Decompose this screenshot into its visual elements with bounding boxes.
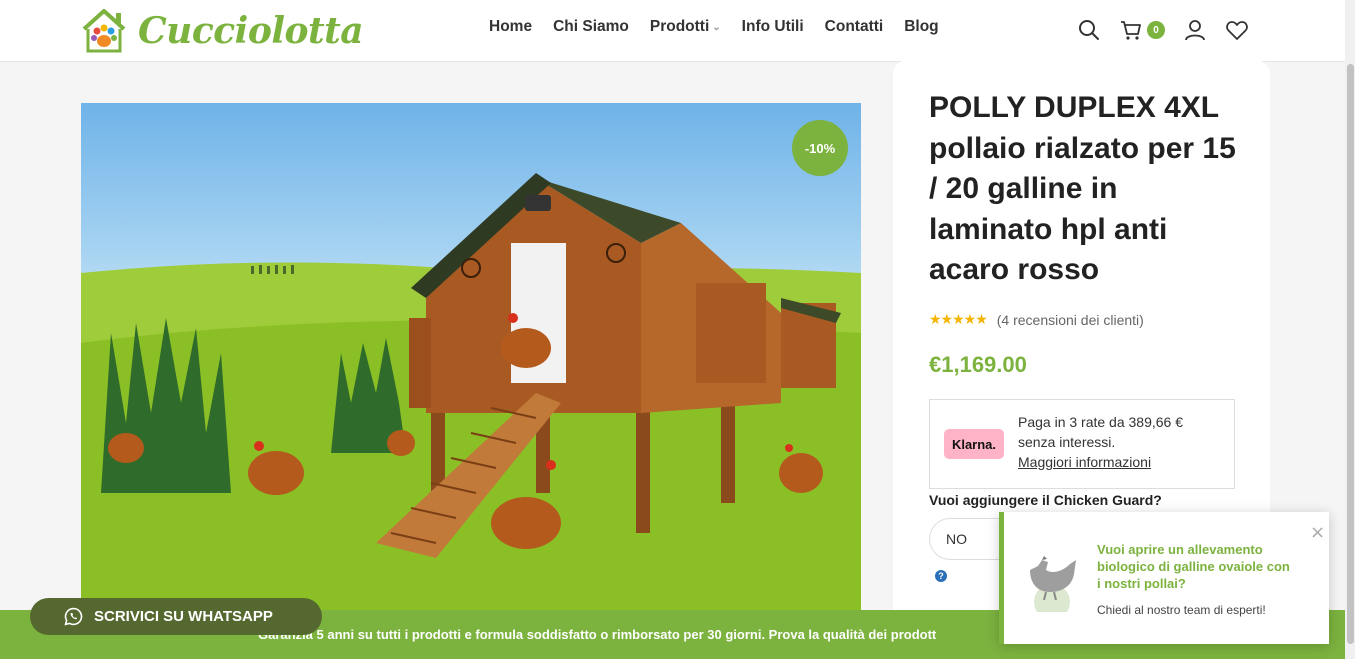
heart-icon[interactable] — [1225, 18, 1249, 42]
product-image[interactable] — [81, 103, 861, 613]
chevron-down-icon: ⌄ — [712, 21, 721, 33]
nav-contatti[interactable]: Contatti — [825, 18, 884, 36]
klarna-installment-text: Paga in 3 rate da 389,66 € senza interes… — [1018, 414, 1184, 450]
main-nav: Home Chi Siamo Prodotti ⌄ Info Utili Con… — [489, 18, 939, 36]
klarna-text: Paga in 3 rate da 389,66 € senza interes… — [1018, 412, 1218, 472]
star-rating-icon: ★★★★★ — [929, 312, 988, 328]
site-logo[interactable]: Cucciolotta — [80, 5, 364, 57]
nav-info-utili[interactable]: Info Utili — [742, 18, 804, 36]
header-actions: 0 — [1077, 18, 1249, 42]
cart-button[interactable]: 0 — [1119, 18, 1165, 42]
nav-prodotti-label: Prodotti — [649, 18, 710, 35]
cart-icon — [1121, 21, 1141, 40]
nav-blog[interactable]: Blog — [904, 18, 938, 36]
popup-subtitle: Chiedi al nostro team di esperti! — [1097, 603, 1266, 617]
nav-chi-siamo[interactable]: Chi Siamo — [553, 18, 629, 36]
nav-prodotti[interactable]: Prodotti ⌄ — [650, 18, 721, 36]
search-icon[interactable] — [1077, 18, 1101, 42]
whatsapp-icon — [64, 607, 83, 626]
close-icon[interactable]: × — [1310, 522, 1325, 543]
cart-count-badge: 0 — [1147, 21, 1165, 39]
product-title: POLLY DUPLEX 4XL pollaio rialzato per 15… — [929, 91, 1236, 286]
sale-badge: -10% — [792, 120, 848, 176]
user-icon[interactable] — [1183, 18, 1207, 42]
chicken-guard-label: Vuoi aggiungere il Chicken Guard? — [929, 492, 1162, 508]
whatsapp-label: SCRIVICI SU WHATSAPP — [94, 608, 273, 625]
klarna-logo-icon: Klarna. — [944, 429, 1004, 459]
guarantee-text: Garanzia 5 anni su tutti i prodotti e fo… — [258, 627, 937, 642]
scrollbar-thumb[interactable] — [1347, 64, 1354, 644]
help-icon[interactable]: ? — [935, 570, 947, 582]
chicken-coop-illustration — [81, 173, 861, 613]
site-header: Cucciolotta Home Chi Siamo Prodotti ⌄ In… — [0, 0, 1355, 62]
klarna-widget: Klarna. Paga in 3 rate da 389,66 € senza… — [929, 399, 1235, 489]
nav-home[interactable]: Home — [489, 18, 532, 36]
klarna-more-info-link[interactable]: Maggiori informazioni — [1018, 452, 1218, 472]
house-paw-logo-icon — [82, 9, 126, 53]
product-rating: ★★★★★ (4 recensioni dei clienti) — [929, 312, 1144, 328]
product-price: €1,169.00 — [929, 352, 1027, 377]
logo-text: Cucciolotta — [138, 10, 364, 52]
reviews-link[interactable]: (4 recensioni dei clienti) — [997, 312, 1144, 328]
hen-icon — [1030, 556, 1076, 612]
page-scrollbar[interactable] — [1345, 0, 1355, 659]
expert-popup[interactable]: × Vuoi aprire un allevamento biologico d… — [999, 512, 1329, 644]
popup-title: Vuoi aprire un allevamento biologico di … — [1097, 542, 1290, 591]
whatsapp-button[interactable]: SCRIVICI SU WHATSAPP — [30, 598, 322, 635]
